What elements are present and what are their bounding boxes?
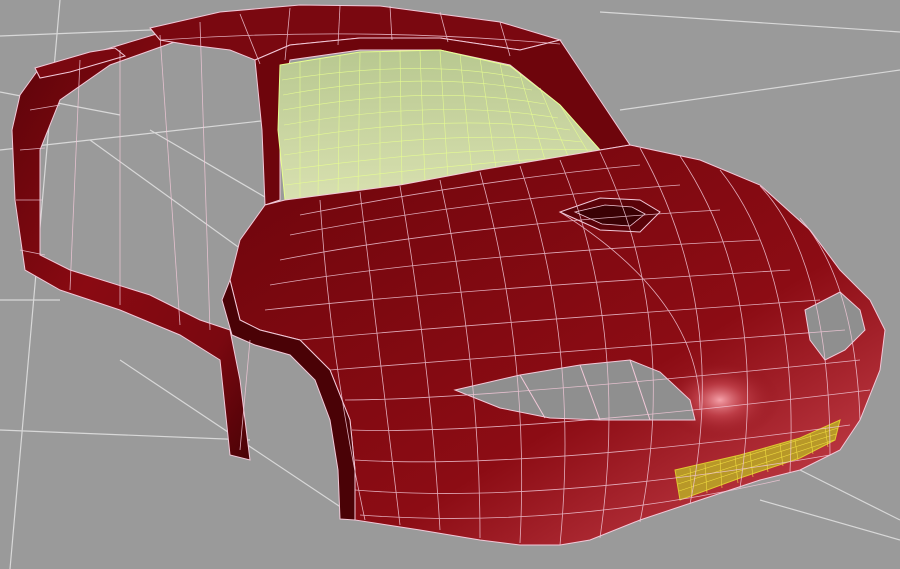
rear-side-panel bbox=[11, 27, 251, 461]
front-body bbox=[229, 144, 886, 546]
car-body-model[interactable] bbox=[11, 4, 886, 546]
viewport-canvas[interactable] bbox=[0, 0, 900, 569]
viewport-3d[interactable] bbox=[0, 0, 900, 569]
